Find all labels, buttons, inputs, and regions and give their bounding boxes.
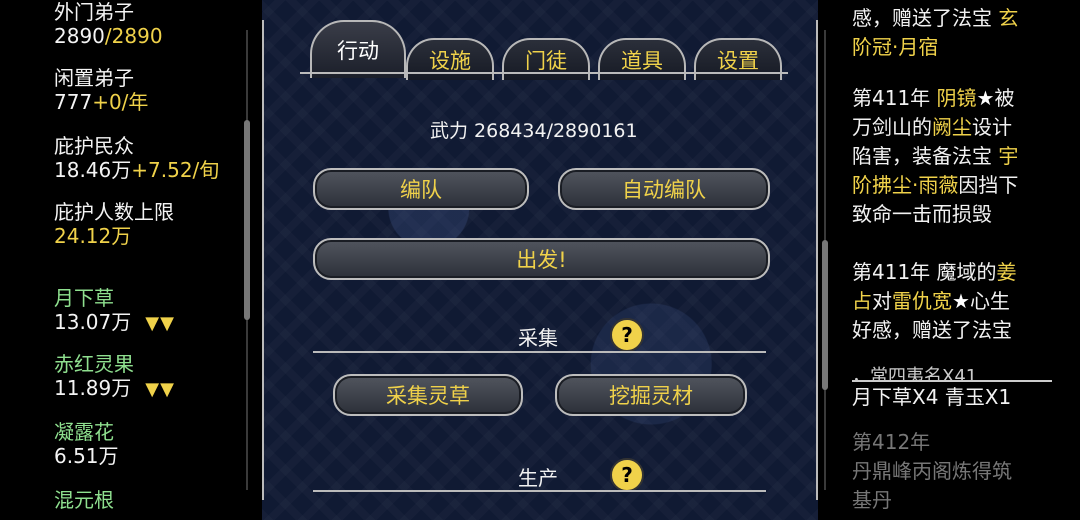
log-entry-faded: 第412年 丹鼎峰丙阁炼得筑 基丹 — [852, 430, 1012, 512]
outer-disciples-max: 2890 — [111, 24, 163, 48]
log-entry: 第411年 魔域的姜 占对雷仇宽★心生 好感，赠送了法宝 — [852, 260, 1017, 342]
resource-name: 凝露花 — [54, 420, 114, 444]
protected-label: 庇护民众 — [54, 134, 134, 158]
resource-item[interactable]: 混元根 — [54, 488, 114, 512]
tab-action[interactable]: 行动 — [310, 20, 406, 78]
resource-item[interactable]: 赤红灵果 11.89万 ▼▼ — [54, 352, 175, 402]
produce-help-icon[interactable]: ? — [610, 458, 644, 492]
protected-value: 18.46万 — [54, 158, 132, 182]
resource-item[interactable]: 月下草 13.07万 ▼▼ — [54, 286, 175, 336]
log-entry: 第411年 阴镜★被 万剑山的阙尘设计 陷害，装备法宝 宇 阶拂尘·雨薇因挡下 … — [852, 86, 1019, 226]
character-name: 阙尘 — [932, 115, 972, 139]
item-name: 阶冠·月宿 — [852, 35, 939, 59]
gather-herb-button[interactable]: 采集灵草 — [333, 374, 523, 416]
produce-section-title: 生产 — [518, 466, 558, 490]
protect-limit-value: 24.12万 — [54, 224, 132, 248]
team-button[interactable]: 编队 — [313, 168, 529, 210]
dig-material-button[interactable]: 挖掘灵材 — [555, 374, 747, 416]
panel-border-left — [262, 20, 264, 500]
idle-disciples-rate: +0/年 — [92, 90, 149, 114]
idle-disciples-value: 777 — [54, 90, 93, 114]
gather-section-title: 采集 — [518, 326, 558, 350]
resource-amount: 6.51万 — [54, 444, 119, 468]
log-entry: ，常四夷名X41 月下草X4 青玉X1 — [852, 364, 1052, 412]
decline-arrows-icon: ▼▼ — [145, 379, 175, 400]
outer-disciples-stat: 外门弟子 2890/2890 — [54, 0, 163, 48]
protected-people-stat: 庇护民众 18.46万+7.52/旬 — [54, 134, 219, 182]
depart-button[interactable]: 出发! — [313, 238, 770, 280]
character-name: 雷仇宽 — [892, 289, 952, 313]
tab-underline — [300, 72, 788, 74]
star-icon: ★ — [976, 86, 995, 110]
gather-help-icon[interactable]: ? — [610, 318, 644, 352]
log-entry: 感，赠送了法宝 玄 阶冠·月宿 — [852, 4, 1052, 62]
auto-team-button[interactable]: 自动编队 — [558, 168, 770, 210]
idle-disciples-stat: 闲置弟子 777+0/年 — [54, 66, 148, 114]
character-name: 姜 — [996, 260, 1017, 284]
resource-panel: 外门弟子 2890/2890 闲置弟子 777+0/年 庇护民众 18.46万+… — [0, 0, 262, 520]
resource-amount: 11.89万 — [54, 376, 132, 400]
item-name: 阶拂尘·雨薇 — [852, 173, 959, 197]
right-scrollbar[interactable] — [822, 30, 828, 490]
star-icon: ★ — [952, 289, 970, 313]
resource-item[interactable]: 凝露花 6.51万 — [54, 420, 119, 468]
resource-name: 赤红灵果 — [54, 352, 134, 376]
resource-name: 混元根 — [54, 488, 114, 512]
character-name: 占 — [852, 289, 872, 313]
idle-disciples-label: 闲置弟子 — [54, 66, 134, 90]
produce-divider — [313, 490, 766, 492]
protect-limit-label: 庇护人数上限 — [54, 200, 174, 224]
decline-arrows-icon: ▼▼ — [145, 313, 175, 334]
outer-disciples-value: 2890 — [54, 24, 105, 48]
power-readout: 武力 268434/2890161 — [430, 120, 638, 142]
resource-amount: 13.07万 — [54, 310, 132, 334]
left-scrollbar-thumb[interactable] — [244, 120, 250, 320]
outer-disciples-label: 外门弟子 — [54, 0, 134, 24]
resource-name: 月下草 — [54, 286, 114, 310]
item-name: 玄 — [998, 6, 1019, 30]
gather-divider — [313, 351, 766, 353]
protected-rate: +7.52/旬 — [131, 158, 220, 182]
left-scrollbar[interactable] — [244, 30, 250, 490]
protect-limit-stat: 庇护人数上限 24.12万 — [54, 200, 174, 248]
right-scrollbar-thumb[interactable] — [822, 240, 828, 390]
character-name: 阴镜 — [936, 86, 977, 110]
item-name: 宇 — [998, 144, 1019, 168]
